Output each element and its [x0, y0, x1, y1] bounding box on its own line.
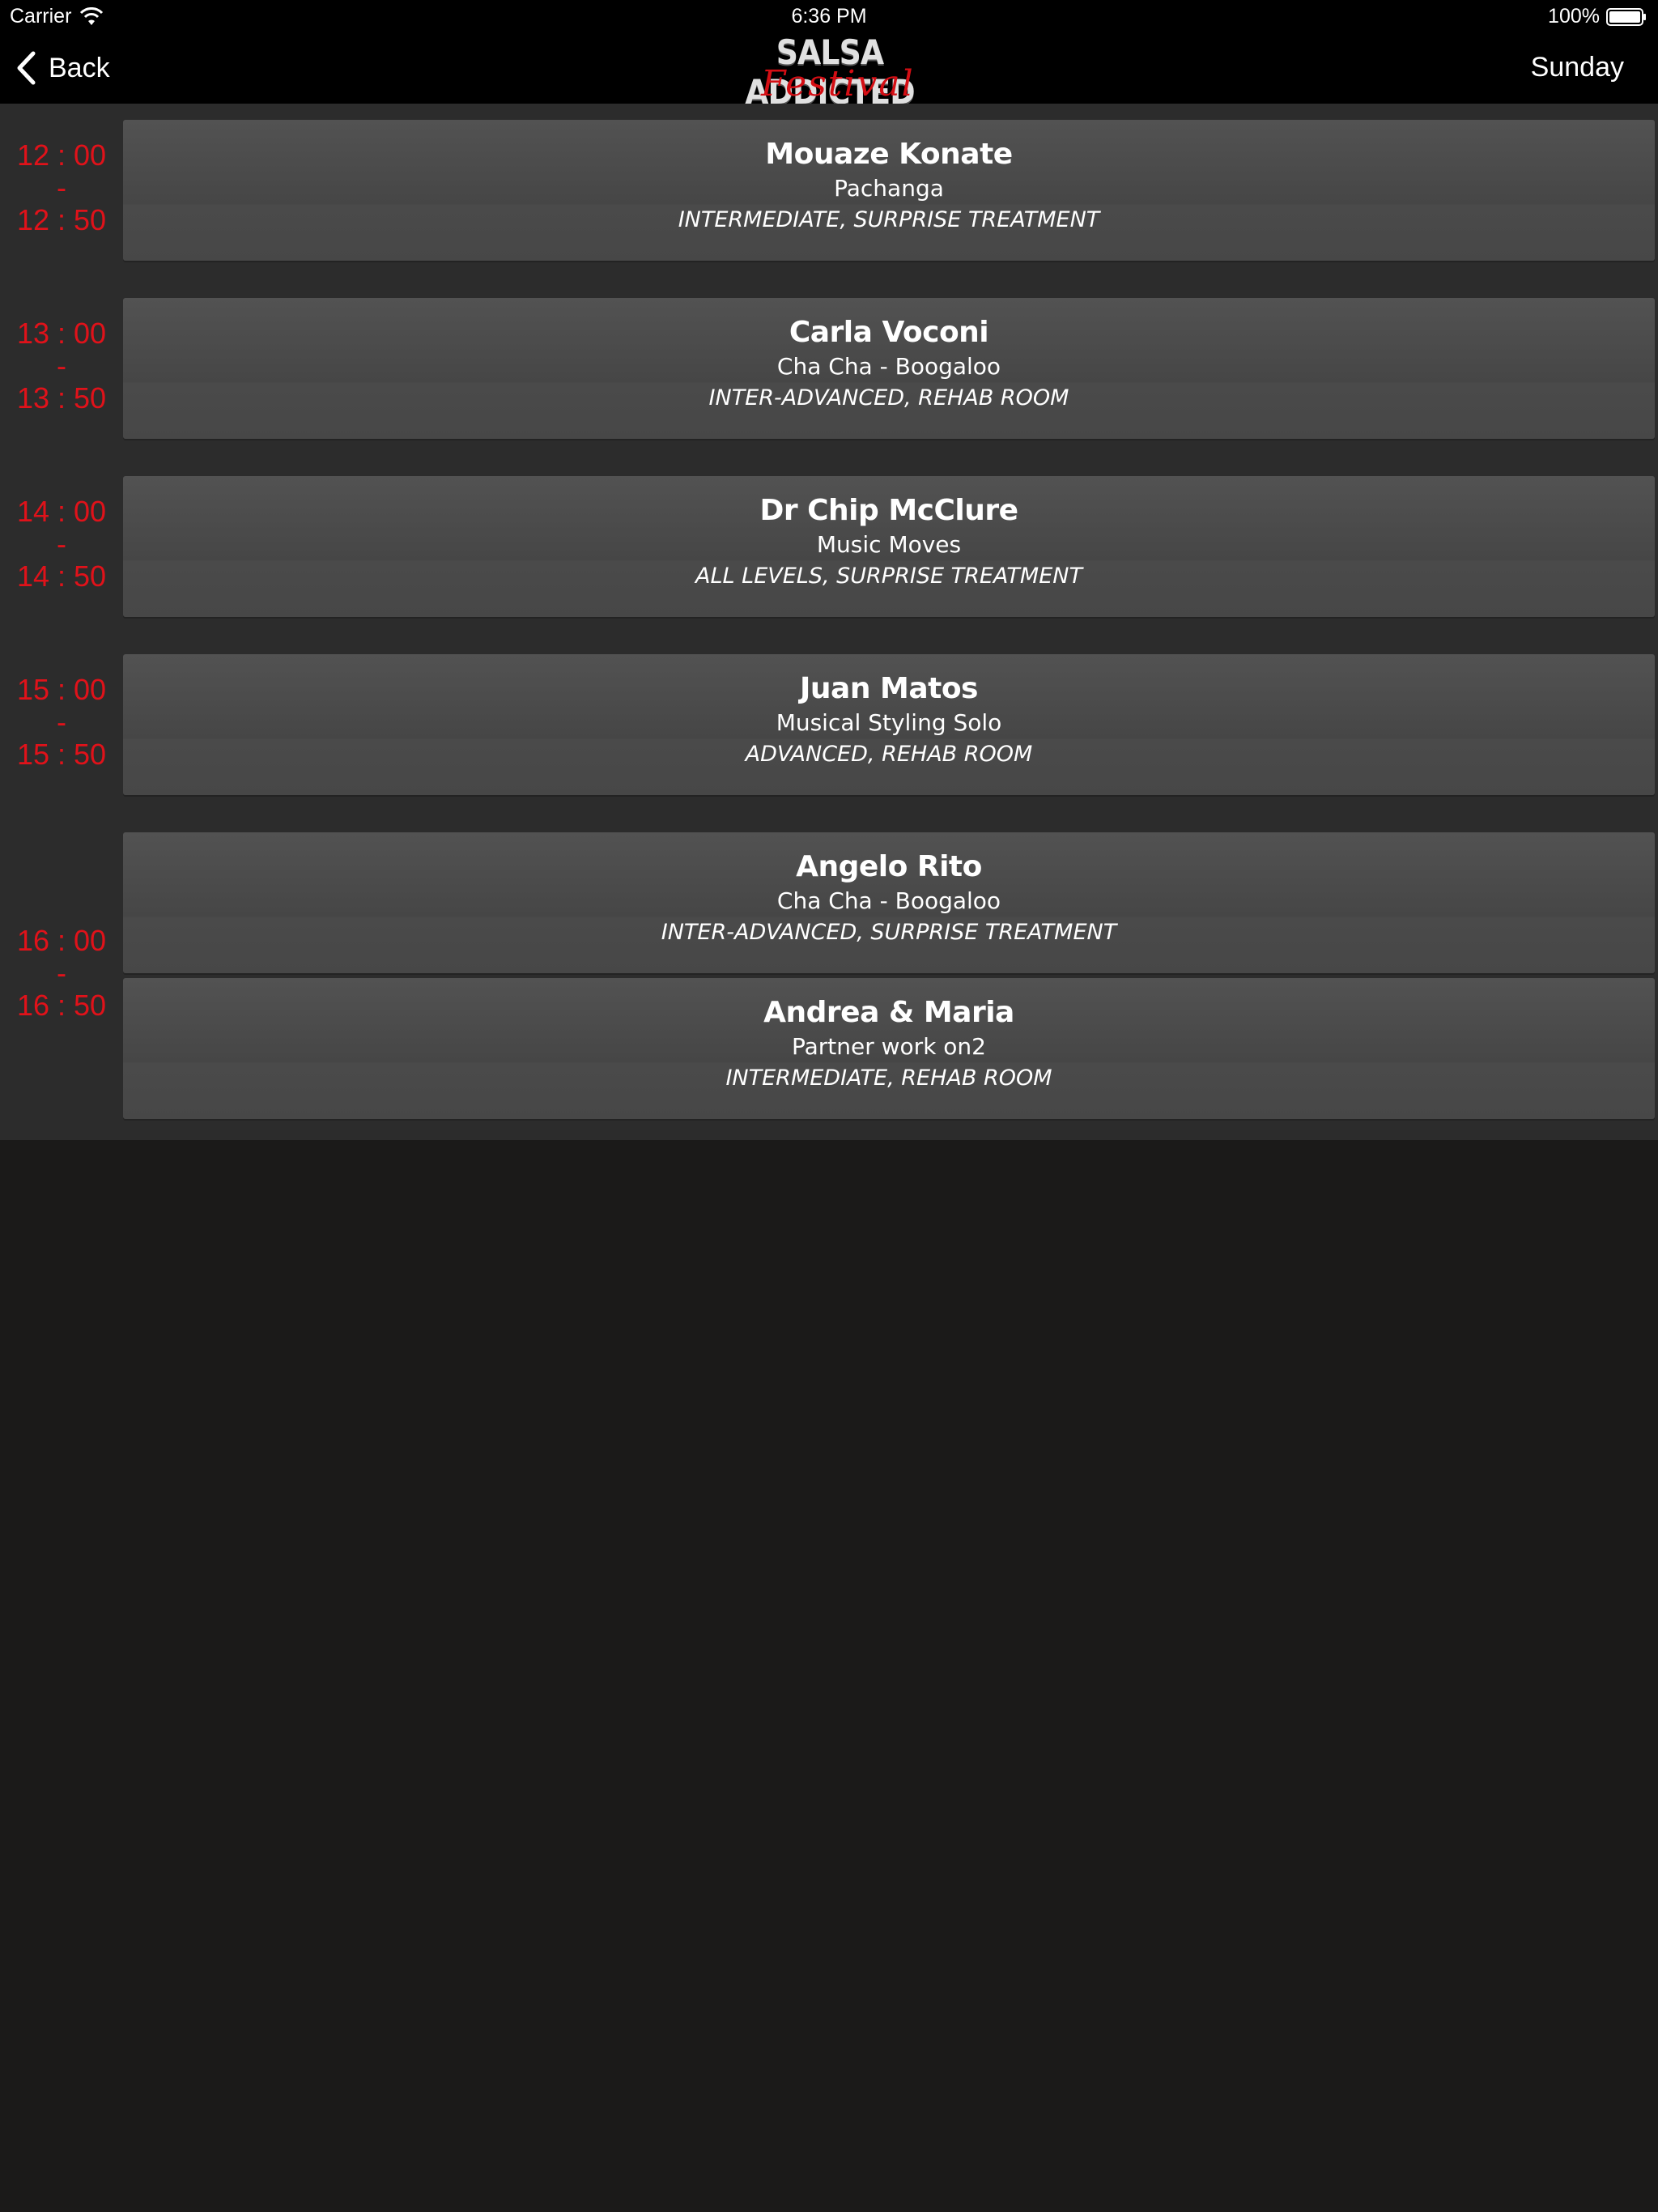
class-level-room: ALL LEVELS, SURPRISE TREATMENT	[695, 564, 1082, 589]
status-time: 6:36 PM	[791, 5, 867, 28]
slot-end: 16 : 50	[16, 989, 107, 1022]
slot-start: 14 : 00	[16, 495, 107, 528]
slot-end: 13 : 50	[16, 381, 107, 415]
back-label: Back	[49, 52, 110, 83]
battery-percent: 100%	[1548, 5, 1600, 28]
slot-separator: -	[57, 705, 66, 738]
battery-icon	[1606, 7, 1646, 26]
class-card[interactable]: Carla Voconi Cha Cha - Boogaloo INTER-AD…	[123, 298, 1655, 439]
schedule-list[interactable]: 12 : 00 - 12 : 50 Mouaze Konate Pachanga…	[0, 104, 1658, 1140]
instructor-name: Angelo Rito	[796, 850, 982, 883]
class-card[interactable]: Mouaze Konate Pachanga INTERMEDIATE, SUR…	[123, 120, 1655, 261]
time-slot: 14 : 00 - 14 : 50	[0, 496, 123, 593]
instructor-name: Juan Matos	[800, 672, 978, 705]
slot-start: 15 : 00	[16, 673, 107, 706]
back-button[interactable]: Back	[16, 47, 110, 89]
slot-end: 15 : 50	[16, 738, 107, 771]
instructor-name: Carla Voconi	[789, 316, 989, 349]
class-card[interactable]: Dr Chip McClure Music Moves ALL LEVELS, …	[123, 476, 1655, 617]
slot-start: 16 : 00	[16, 924, 107, 957]
slot-start: 12 : 00	[16, 138, 107, 172]
class-card[interactable]: Angelo Rito Cha Cha - Boogaloo INTER-ADV…	[123, 832, 1655, 973]
class-level-room: INTERMEDIATE, REHAB ROOM	[725, 1066, 1052, 1091]
slot-separator: -	[57, 956, 66, 989]
time-slot: 12 : 00 - 12 : 50	[0, 139, 123, 236]
slot-start: 13 : 00	[16, 317, 107, 350]
instructor-name: Andrea & Maria	[763, 996, 1014, 1029]
class-card[interactable]: Andrea & Maria Partner work on2 INTERMED…	[123, 978, 1655, 1119]
class-level-room: INTERMEDIATE, SURPRISE TREATMENT	[678, 207, 1100, 232]
class-level-room: INTER-ADVANCED, REHAB ROOM	[708, 385, 1069, 410]
status-battery: 100%	[1548, 5, 1647, 28]
class-style: Partner work on2	[791, 1033, 986, 1060]
class-style: Musical Styling Solo	[776, 709, 1002, 736]
instructor-name: Dr Chip McClure	[759, 494, 1018, 527]
class-level-room: ADVANCED, REHAB ROOM	[745, 742, 1033, 767]
slot-separator: -	[57, 171, 66, 204]
class-style: Pachanga	[834, 175, 944, 202]
slot-end: 14 : 50	[16, 559, 107, 593]
slot-end: 12 : 50	[16, 203, 107, 236]
class-card[interactable]: Juan Matos Musical Styling Solo ADVANCED…	[123, 654, 1655, 795]
slot-separator: -	[57, 527, 66, 560]
day-label: Sunday	[1530, 52, 1624, 83]
logo-script: Festival	[761, 63, 915, 104]
chevron-left-icon	[17, 51, 36, 85]
top-bar: Carrier 6:36 PM 100% Back Sunday SALSA A…	[0, 0, 1658, 112]
time-slot: 16 : 00 - 16 : 50	[0, 925, 123, 1022]
time-slot: 15 : 00 - 15 : 50	[0, 674, 123, 771]
status-bar: Carrier 6:36 PM 100%	[0, 0, 1658, 32]
class-style: Cha Cha - Boogaloo	[776, 353, 1001, 380]
festival-logo: SALSA ADDICTED Festival	[712, 32, 955, 112]
class-level-room: INTER-ADVANCED, SURPRISE TREATMENT	[661, 920, 1117, 945]
slot-separator: -	[57, 349, 66, 382]
class-style: Cha Cha - Boogaloo	[776, 887, 1001, 914]
time-slot: 13 : 00 - 13 : 50	[0, 317, 123, 415]
class-style: Music Moves	[816, 531, 962, 558]
app-root: Carrier 6:36 PM 100% Back Sunday SALSA A…	[0, 0, 1658, 2212]
instructor-name: Mouaze Konate	[765, 138, 1013, 171]
